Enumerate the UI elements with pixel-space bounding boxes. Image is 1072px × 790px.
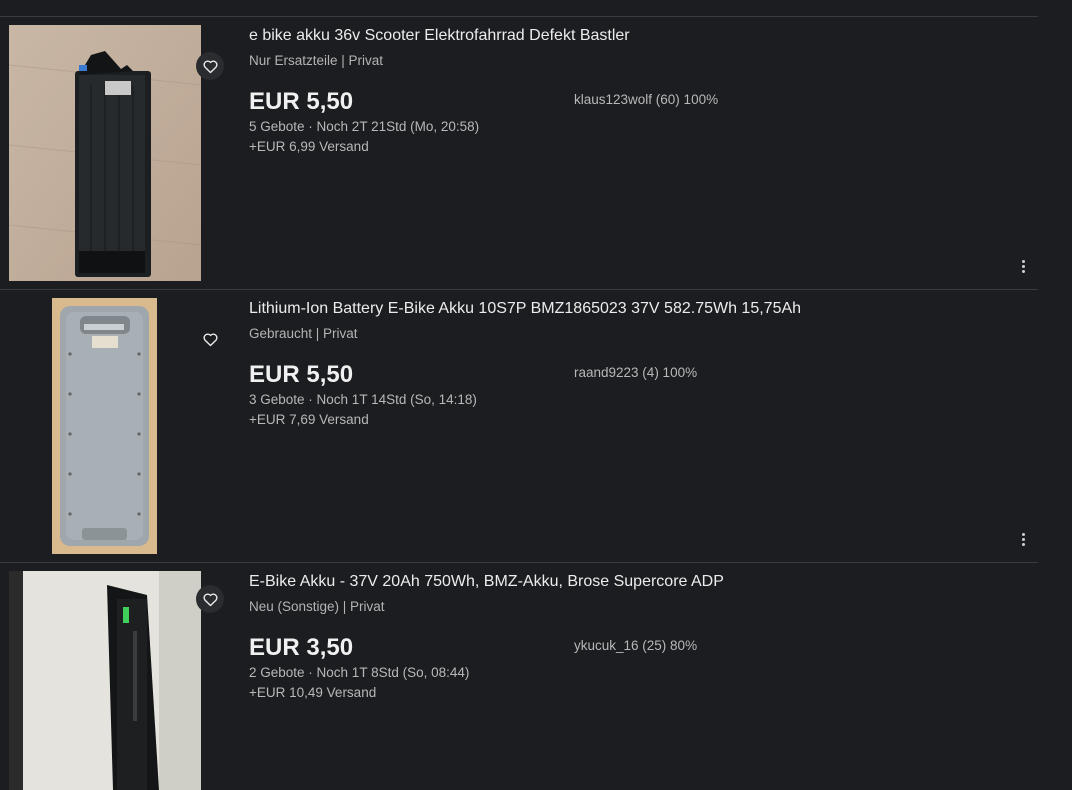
listing-condition: Nur Ersatzteile | Privat	[249, 53, 384, 68]
listing-image[interactable]	[52, 298, 157, 554]
watch-heart-button[interactable]	[196, 325, 224, 353]
listing-image[interactable]	[9, 571, 201, 790]
listing-bids-time: 3 Gebote · Noch 1T 14Std (So, 14:18)	[249, 392, 477, 407]
listing-item: E-Bike Akku - 37V 20Ah 750Wh, BMZ-Akku, …	[0, 563, 1038, 790]
listing-title[interactable]: E-Bike Akku - 37V 20Ah 750Wh, BMZ-Akku, …	[249, 573, 724, 591]
listing-price: EUR 5,50	[249, 88, 354, 115]
heart-outline-icon	[202, 592, 218, 606]
listing-shipping: +EUR 10,49 Versand	[249, 685, 377, 700]
listing-seller: raand9223 (4) 100%	[574, 365, 698, 380]
listing-price: EUR 3,50	[249, 634, 354, 661]
listing-price: EUR 5,50	[249, 361, 354, 388]
listing-image[interactable]	[9, 25, 201, 281]
listing-seller: klaus123wolf (60) 100%	[574, 92, 719, 107]
listing-condition: Gebraucht | Privat	[249, 326, 358, 341]
listing-shipping: +EUR 7,69 Versand	[249, 412, 369, 427]
listing-bids-time: 5 Gebote · Noch 2T 21Std (Mo, 20:58)	[249, 119, 480, 134]
more-vertical-icon[interactable]	[1015, 531, 1031, 547]
listing-item: Lithium-Ion Battery E-Bike Akku 10S7P BM…	[0, 290, 1038, 562]
listing-item: e bike akku 36v Scooter Elektrofahrrad D…	[0, 17, 1038, 289]
watch-heart-button[interactable]	[196, 585, 224, 613]
listing-condition: Neu (Sonstige) | Privat	[249, 599, 385, 614]
heart-outline-icon	[202, 332, 218, 346]
listing-seller: ykucuk_16 (25) 80%	[574, 638, 698, 653]
listing-title[interactable]: e bike akku 36v Scooter Elektrofahrrad D…	[249, 27, 630, 45]
heart-outline-icon	[202, 59, 218, 73]
listing-bids-time: 2 Gebote · Noch 1T 8Std (So, 08:44)	[249, 665, 470, 680]
watch-heart-button[interactable]	[196, 52, 224, 80]
listing-shipping: +EUR 6,99 Versand	[249, 139, 369, 154]
listing-title[interactable]: Lithium-Ion Battery E-Bike Akku 10S7P BM…	[249, 300, 801, 318]
more-vertical-icon[interactable]	[1015, 258, 1031, 274]
